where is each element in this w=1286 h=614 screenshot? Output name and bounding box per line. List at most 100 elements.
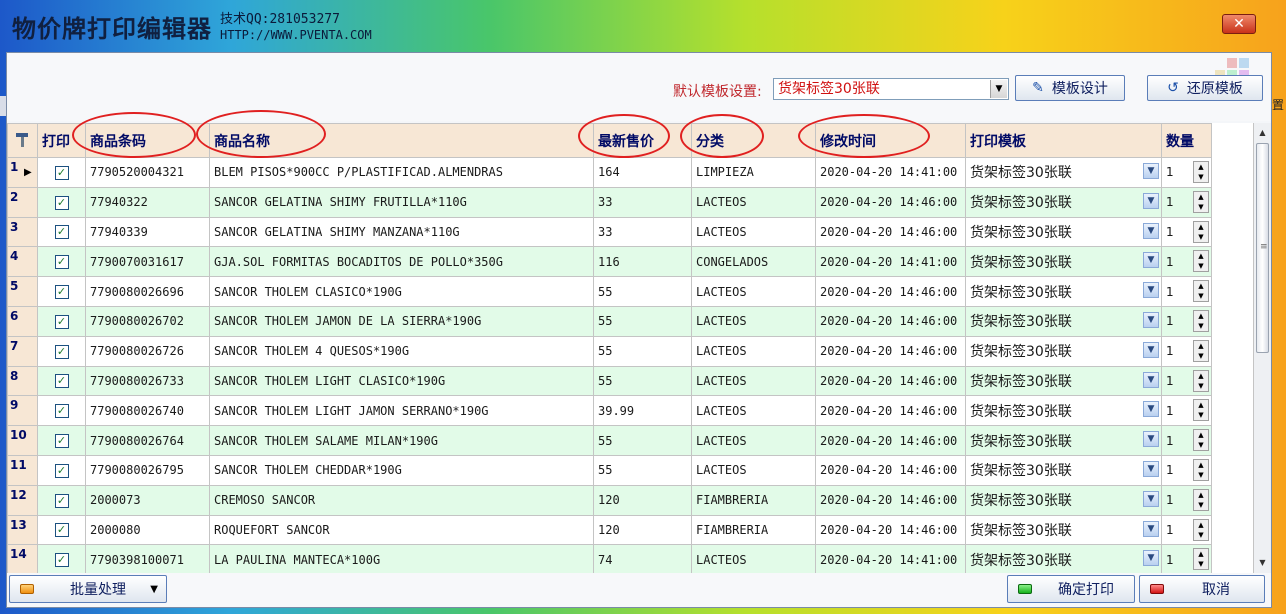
- scrollbar-thumb[interactable]: ≡: [1256, 143, 1269, 353]
- template-cell[interactable]: 货架标签30张联 ▼: [965, 157, 1162, 188]
- print-checkbox[interactable]: ✓: [54, 374, 69, 389]
- chevron-down-icon[interactable]: ▼: [990, 80, 1007, 98]
- row-number[interactable]: 6: [7, 305, 38, 337]
- modified-cell[interactable]: 2020-04-20 14:46:00: [815, 514, 966, 546]
- price-cell[interactable]: 55: [593, 365, 692, 397]
- table-row[interactable]: 3 ✓ 77940339 SANCOR GELATINA SHIMY MANZANA*…: [7, 216, 1212, 248]
- quantity-cell[interactable]: 1 ▲ ▼: [1161, 454, 1212, 486]
- modified-cell[interactable]: 2020-04-20 14:41:00: [815, 246, 966, 278]
- quantity-stepper[interactable]: ▲ ▼: [1193, 190, 1209, 213]
- price-cell[interactable]: 116: [593, 246, 692, 278]
- quantity-stepper[interactable]: ▲ ▼: [1193, 250, 1209, 273]
- category-cell[interactable]: LACTEOS: [691, 454, 816, 486]
- name-cell[interactable]: SANCOR THOLEM CHEDDAR*190G: [209, 454, 594, 486]
- quantity-cell[interactable]: 1 ▲ ▼: [1161, 514, 1212, 546]
- quantity-cell[interactable]: 1 ▲ ▼: [1161, 395, 1212, 427]
- quantity-cell[interactable]: 1 ▲ ▼: [1161, 186, 1212, 218]
- barcode-cell[interactable]: 7790080026795: [85, 454, 210, 486]
- template-cell[interactable]: 货架标签30张联 ▼: [965, 216, 1162, 248]
- barcode-cell[interactable]: 7790080026740: [85, 395, 210, 427]
- barcode-cell[interactable]: 77940322: [85, 186, 210, 218]
- quantity-cell[interactable]: 1 ▲ ▼: [1161, 216, 1212, 248]
- print-checkbox[interactable]: ✓: [54, 255, 69, 270]
- barcode-cell[interactable]: 7790080026696: [85, 276, 210, 307]
- name-cell[interactable]: SANCOR GELATINA SHIMY FRUTILLA*110G: [209, 186, 594, 218]
- name-cell[interactable]: BLEM PISOS*900CC P/PLASTIFICAD.ALMENDRAS: [209, 157, 594, 188]
- table-row[interactable]: 12 ✓ 2000073 CREMOSO SANCOR 120 FIAMBRERIA 202…: [7, 484, 1212, 516]
- quantity-cell[interactable]: 1 ▲ ▼: [1161, 365, 1212, 397]
- price-cell[interactable]: 55: [593, 276, 692, 307]
- scroll-up-icon[interactable]: ▲: [1255, 125, 1270, 141]
- quantity-cell[interactable]: 1 ▲ ▼: [1161, 484, 1212, 516]
- price-cell[interactable]: 33: [593, 186, 692, 218]
- row-number[interactable]: 14: [7, 544, 38, 573]
- price-cell[interactable]: 164: [593, 157, 692, 188]
- template-cell[interactable]: 货架标签30张联 ▼: [965, 335, 1162, 367]
- print-cell[interactable]: ✓: [37, 335, 86, 367]
- chevron-down-icon[interactable]: ▼: [1143, 282, 1159, 299]
- template-cell[interactable]: 货架标签30张联 ▼: [965, 276, 1162, 307]
- barcode-cell[interactable]: 7790520004321: [85, 157, 210, 188]
- print-checkbox[interactable]: ✓: [54, 493, 69, 508]
- barcode-cell[interactable]: 7790080026702: [85, 305, 210, 337]
- print-cell[interactable]: ✓: [37, 425, 86, 456]
- row-number[interactable]: 13: [7, 514, 38, 546]
- row-number[interactable]: 9: [7, 395, 38, 427]
- template-cell[interactable]: 货架标签30张联 ▼: [965, 454, 1162, 486]
- print-cell[interactable]: ✓: [37, 544, 86, 573]
- batch-process-button[interactable]: 批量处理 ▼: [9, 575, 167, 603]
- print-cell[interactable]: ✓: [37, 484, 86, 516]
- restore-template-button[interactable]: ↺ 还原模板: [1147, 75, 1263, 101]
- modified-cell[interactable]: 2020-04-20 14:46:00: [815, 335, 966, 367]
- price-cell[interactable]: 55: [593, 425, 692, 456]
- chevron-down-icon[interactable]: ▼: [1143, 520, 1159, 537]
- template-design-button[interactable]: ✎ 模板设计: [1015, 75, 1125, 101]
- modified-cell[interactable]: 2020-04-20 14:46:00: [815, 395, 966, 427]
- chevron-down-icon[interactable]: ▼: [1143, 371, 1159, 388]
- quantity-cell[interactable]: 1 ▲ ▼: [1161, 425, 1212, 456]
- template-cell[interactable]: 货架标签30张联 ▼: [965, 305, 1162, 337]
- category-cell[interactable]: FIAMBRERIA: [691, 484, 816, 516]
- category-cell[interactable]: FIAMBRERIA: [691, 514, 816, 546]
- table-row[interactable]: 2 ✓ 77940322 SANCOR GELATINA SHIMY FRUTILLA…: [7, 186, 1212, 218]
- price-cell[interactable]: 55: [593, 305, 692, 337]
- template-cell[interactable]: 货架标签30张联 ▼: [965, 544, 1162, 573]
- quantity-stepper[interactable]: ▲ ▼: [1193, 161, 1209, 183]
- chevron-down-icon[interactable]: ▼: [1143, 192, 1159, 209]
- price-cell[interactable]: 55: [593, 335, 692, 367]
- quantity-cell[interactable]: 1 ▲ ▼: [1161, 544, 1212, 573]
- category-cell[interactable]: LACTEOS: [691, 186, 816, 218]
- table-row[interactable]: 8 ✓ 7790080026733 SANCOR THOLEM LIGHT CLASI…: [7, 365, 1212, 397]
- template-cell[interactable]: 货架标签30张联 ▼: [965, 365, 1162, 397]
- print-cell[interactable]: ✓: [37, 514, 86, 546]
- print-cell[interactable]: ✓: [37, 246, 86, 278]
- default-template-select[interactable]: 货架标签30张联 ▼: [773, 78, 1009, 100]
- quantity-stepper[interactable]: ▲ ▼: [1193, 548, 1209, 571]
- quantity-stepper[interactable]: ▲ ▼: [1193, 429, 1209, 452]
- template-cell[interactable]: 货架标签30张联 ▼: [965, 425, 1162, 456]
- chevron-down-icon[interactable]: ▼: [1143, 490, 1159, 507]
- print-checkbox[interactable]: ✓: [54, 195, 69, 210]
- print-cell[interactable]: ✓: [37, 365, 86, 397]
- category-cell[interactable]: LACTEOS: [691, 335, 816, 367]
- print-cell[interactable]: ✓: [37, 216, 86, 248]
- table-row[interactable]: 7 ✓ 7790080026726 SANCOR THOLEM 4 QUESOS*19…: [7, 335, 1212, 367]
- column-header-template[interactable]: 打印模板: [965, 123, 1162, 158]
- print-checkbox[interactable]: ✓: [54, 463, 69, 478]
- print-checkbox[interactable]: ✓: [54, 165, 69, 180]
- name-cell[interactable]: CREMOSO SANCOR: [209, 484, 594, 516]
- modified-cell[interactable]: 2020-04-20 14:46:00: [815, 276, 966, 307]
- print-checkbox[interactable]: ✓: [54, 523, 69, 538]
- chevron-down-icon[interactable]: ▼: [1143, 222, 1159, 239]
- quantity-stepper[interactable]: ▲ ▼: [1193, 339, 1209, 362]
- template-cell[interactable]: 货架标签30张联 ▼: [965, 395, 1162, 427]
- modified-cell[interactable]: 2020-04-20 14:46:00: [815, 454, 966, 486]
- modified-cell[interactable]: 2020-04-20 14:46:00: [815, 365, 966, 397]
- chevron-down-icon[interactable]: ▼: [1143, 311, 1159, 328]
- print-checkbox[interactable]: ✓: [54, 404, 69, 419]
- table-row[interactable]: 4 ✓ 7790070031617 GJA.SOL FORMITAS BOCADITO…: [7, 246, 1212, 278]
- chevron-down-icon[interactable]: ▼: [1143, 401, 1159, 418]
- print-checkbox[interactable]: ✓: [54, 285, 69, 300]
- quantity-cell[interactable]: 1 ▲ ▼: [1161, 305, 1212, 337]
- table-row[interactable]: 13 ✓ 2000080 ROQUEFORT SANCOR 120 FIAMBRERIA 2…: [7, 514, 1212, 546]
